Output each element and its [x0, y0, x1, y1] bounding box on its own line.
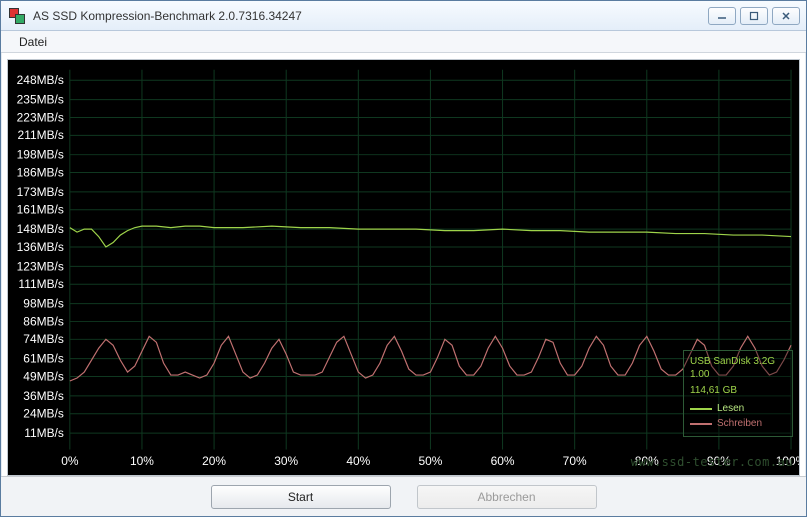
y-tick-label: 49MB/s: [23, 370, 64, 384]
y-tick-label: 211MB/s: [18, 128, 64, 142]
y-tick-label: 161MB/s: [17, 203, 64, 217]
y-tick-label: 24MB/s: [23, 407, 64, 421]
x-tick-label: 10%: [130, 454, 154, 468]
watermark: www.ssd-tester.com.au: [631, 455, 793, 469]
x-tick-label: 40%: [346, 454, 370, 468]
start-button[interactable]: Start: [211, 485, 391, 509]
legend-label-read: Lesen: [717, 402, 744, 415]
chart-svg: 11MB/s 24MB/s 36MB/s 49MB/s 61MB/s 74MB/s 86MB…: [8, 60, 799, 475]
titlebar: AS SSD Kompression-Benchmark 2.0.7316.34…: [1, 1, 806, 31]
x-tick-label: 20%: [202, 454, 226, 468]
close-button[interactable]: [772, 7, 800, 25]
cancel-button[interactable]: Abbrechen: [417, 485, 597, 509]
legend-box: USB SanDisk 3.2G 1.00 114,61 GB Lesen Sc…: [683, 350, 793, 437]
y-tick-label: 136MB/s: [17, 240, 64, 254]
x-tick-label: 70%: [563, 454, 587, 468]
y-tick-label: 86MB/s: [23, 314, 64, 328]
legend-swatch-read: [690, 408, 712, 410]
y-tick-label: 173MB/s: [17, 185, 64, 199]
minimize-icon: [717, 11, 727, 21]
x-tick-label: 60%: [491, 454, 515, 468]
x-tick-label: 30%: [274, 454, 298, 468]
app-window: AS SSD Kompression-Benchmark 2.0.7316.34…: [0, 0, 807, 517]
maximize-button[interactable]: [740, 7, 768, 25]
y-tick-label: 111MB/s: [18, 277, 63, 291]
minimize-button[interactable]: [708, 7, 736, 25]
y-tick-label: 148MB/s: [17, 222, 64, 236]
window-controls: [708, 7, 800, 25]
y-tick-label: 235MB/s: [17, 93, 64, 107]
close-icon: [781, 11, 791, 21]
app-icon: [9, 8, 25, 24]
y-tick-label: 123MB/s: [17, 259, 64, 273]
y-tick-label: 198MB/s: [17, 148, 64, 162]
legend-device-line1: USB SanDisk 3.2G: [690, 355, 786, 368]
y-tick-label: 186MB/s: [17, 166, 64, 180]
x-tick-label: 50%: [418, 454, 442, 468]
legend-capacity: 114,61 GB: [690, 384, 786, 397]
menu-file[interactable]: Datei: [11, 33, 55, 51]
y-tick-label: 11MB/s: [24, 426, 64, 440]
window-title: AS SSD Kompression-Benchmark 2.0.7316.34…: [33, 9, 700, 23]
y-tick-label: 248MB/s: [17, 73, 64, 87]
button-bar: Start Abbrechen: [1, 476, 806, 516]
legend-device-line2: 1.00: [690, 368, 786, 381]
y-tick-label: 74MB/s: [23, 332, 64, 346]
chart-area: 11MB/s 24MB/s 36MB/s 49MB/s 61MB/s 74MB/s 86MB…: [7, 59, 800, 476]
legend-swatch-write: [690, 423, 712, 425]
y-tick-label: 61MB/s: [23, 352, 64, 366]
menubar: Datei: [1, 31, 806, 53]
legend-label-write: Schreiben: [717, 417, 762, 430]
y-tick-label: 223MB/s: [17, 110, 64, 124]
y-tick-label: 98MB/s: [23, 297, 64, 311]
y-tick-label: 36MB/s: [23, 389, 64, 403]
x-tick-label: 0%: [61, 454, 79, 468]
maximize-icon: [749, 11, 759, 21]
